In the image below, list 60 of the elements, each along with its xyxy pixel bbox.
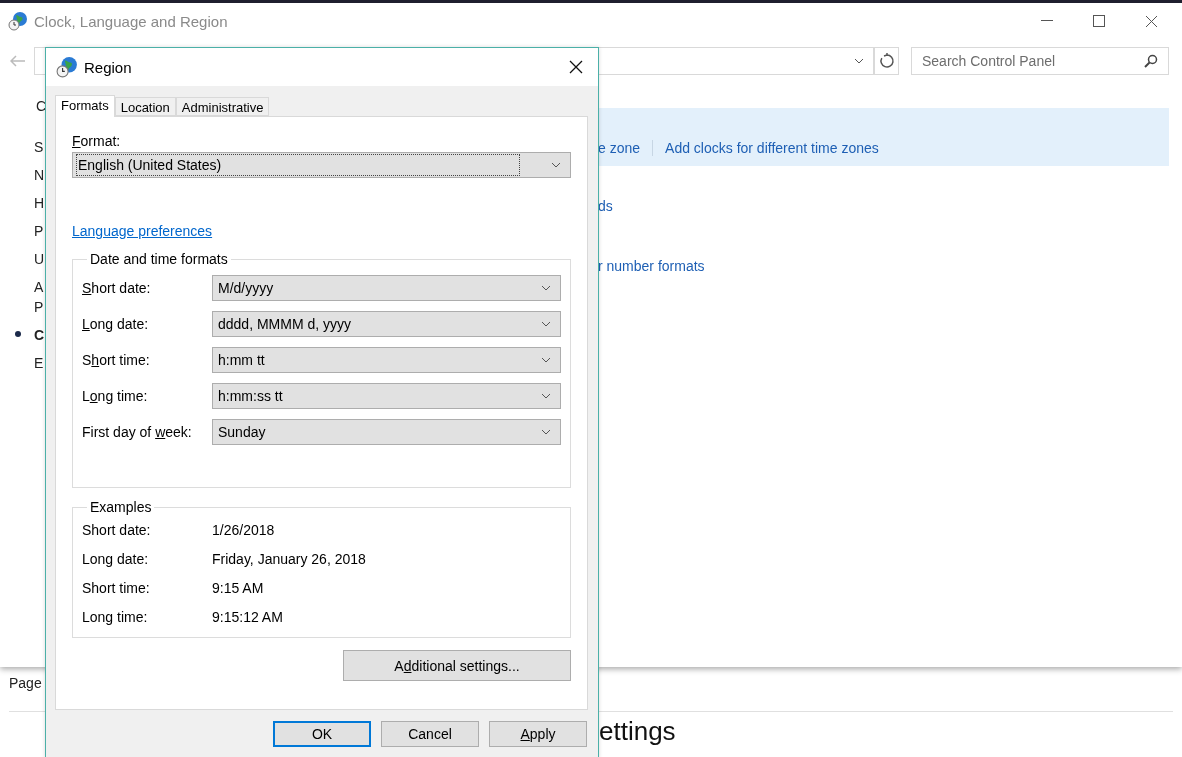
search-icon <box>1144 54 1158 68</box>
example-value: 1/26/2018 <box>212 522 275 538</box>
globe-clock-icon <box>8 11 28 31</box>
sidebar-item[interactable]: S <box>34 137 44 157</box>
format-dropdown[interactable]: dddd, MMMM d, yyyy <box>212 311 561 337</box>
chevron-down-icon <box>541 357 551 363</box>
sidebar-item[interactable]: N <box>34 165 45 185</box>
task-link[interactable]: ds <box>598 198 1169 214</box>
group-legend: Date and time formats <box>87 251 231 267</box>
sidebar-item[interactable]: E <box>34 353 44 373</box>
dialog-title: Region <box>84 58 132 76</box>
dialog-button[interactable]: Apply <box>489 721 587 747</box>
sidebar-item[interactable]: U <box>34 249 45 269</box>
example-value: 9:15 AM <box>212 580 264 596</box>
tab[interactable]: Administrative <box>175 97 270 116</box>
chevron-down-icon <box>541 285 551 291</box>
search-field[interactable]: Search Control Panel <box>911 47 1169 75</box>
field-label: Short date: <box>82 280 152 296</box>
sidebar-item[interactable]: A P <box>34 277 44 317</box>
task-link[interactable]: e zone <box>598 140 641 156</box>
chevron-down-icon <box>541 321 551 327</box>
additional-settings-button[interactable]: Additional settings... <box>343 650 571 681</box>
task-link[interactable]: r number formats <box>598 258 1169 274</box>
format-dropdown[interactable]: h:mm:ss tt <box>212 383 561 409</box>
sidebar-item[interactable]: H <box>34 193 45 213</box>
example-label: Short date: <box>82 522 152 538</box>
task-link[interactable]: Add clocks for different time zones <box>665 140 879 156</box>
example-label: Long time: <box>82 609 149 625</box>
refresh-icon <box>878 53 895 69</box>
language-preferences-link[interactable]: Language preferences <box>72 223 213 239</box>
dialog-button[interactable]: OK <box>273 721 371 747</box>
format-dropdown[interactable]: Sunday <box>212 419 561 445</box>
dialog-button[interactable]: Cancel <box>381 721 479 747</box>
example-value: 9:15:12 AM <box>212 609 283 625</box>
field-label: Long date: <box>82 316 150 332</box>
sidebar-item[interactable]: P <box>34 221 44 241</box>
group-legend: Examples <box>87 499 155 515</box>
settings-heading: ettings <box>599 716 677 747</box>
field-label: Format: <box>72 133 122 149</box>
format-dropdown[interactable]: English (United States) <box>72 152 571 178</box>
example-label: Short time: <box>82 580 151 596</box>
close-icon[interactable] <box>569 60 583 74</box>
format-dropdown[interactable]: h:mm tt <box>212 347 561 373</box>
tab[interactable]: Location <box>114 97 176 116</box>
globe-clock-icon <box>56 56 78 78</box>
chevron-down-icon <box>541 429 551 435</box>
chevron-down-icon <box>551 162 561 168</box>
tab[interactable]: Formats <box>55 95 115 117</box>
page-label: Page <box>9 675 43 691</box>
example-value: Friday, January 26, 2018 <box>212 551 366 567</box>
field-label: Short time: <box>82 352 151 368</box>
format-dropdown[interactable]: M/d/yyyy <box>212 275 561 301</box>
field-label: Long time: <box>82 388 149 404</box>
chevron-down-icon <box>541 393 551 399</box>
window-title: Clock, Language and Region <box>34 12 228 30</box>
chevron-down-icon <box>854 58 864 64</box>
refresh-button[interactable] <box>874 47 899 75</box>
sidebar-item[interactable]: C <box>34 325 45 345</box>
example-label: Long date: <box>82 551 150 567</box>
field-label: First day of week: <box>82 424 193 440</box>
